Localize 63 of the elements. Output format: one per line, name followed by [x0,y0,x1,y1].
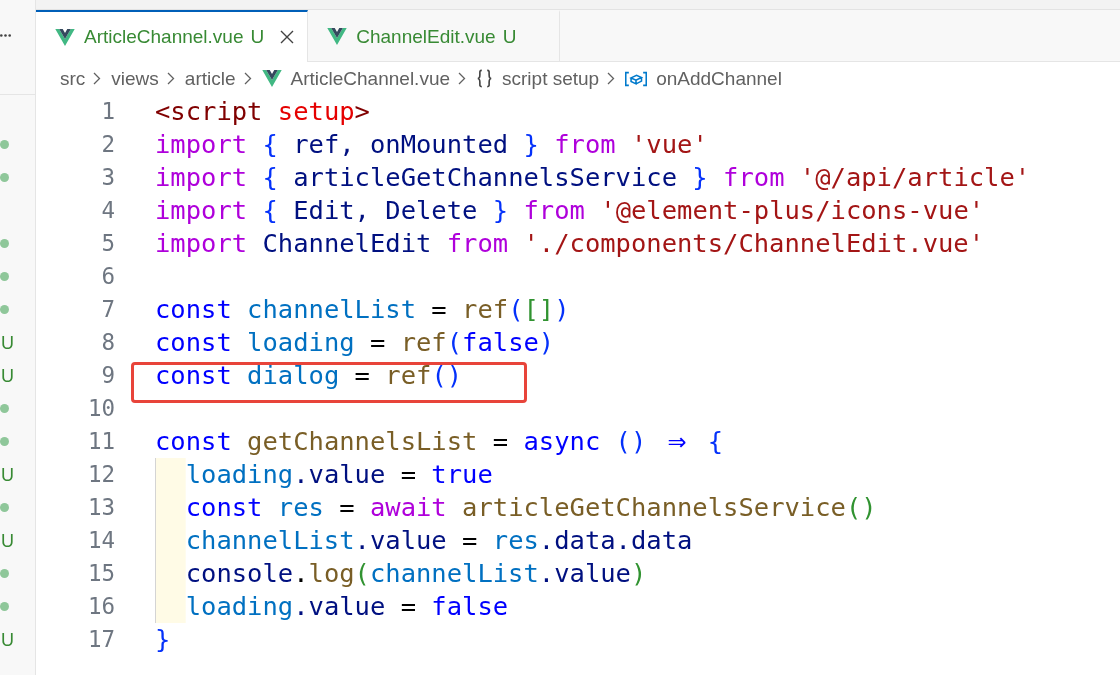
editor-tab[interactable]: ArticleChannel.vue U [36,10,309,62]
status-dot-icon [0,437,9,446]
line-number: 6 [100,262,115,291]
chevron-icon [166,72,175,85]
status-letter: U [0,365,14,386]
status-dot-icon [0,602,9,611]
line-number: 4 [100,196,115,225]
chevron-icon [607,72,616,85]
line-number: 5 [100,229,115,258]
code-line: import { Edit, Delete } from '@element-plus/icons-vue' [155,194,985,227]
status-letter: U [0,629,14,650]
status-dot-icon [0,404,9,413]
breadcrumb-item[interactable]: views [111,67,159,90]
chevron-icon [243,72,252,85]
line-number: 3 [100,163,115,192]
breadcrumb-item[interactable]: ArticleChannel.vue [261,67,450,90]
status-dot-icon [0,305,9,314]
code-line: const getChannelsList = async () ⇒ { [155,425,724,458]
status-letter: U [250,26,265,48]
status-letter: U [0,464,14,485]
status-dot-icon [0,173,9,182]
breadcrumb-item[interactable]: src [60,67,86,90]
code-line: <script setup> [155,95,370,128]
code-line: const channelList = ref([]) [155,293,570,326]
code-line: import { articleGetChannelsService } from '@/api/article' [155,161,1031,194]
line-number: 1 [100,97,115,126]
breadcrumb-item[interactable]: onAddChannel [625,67,782,90]
line-number: 16 [86,592,115,621]
line-number: 12 [86,460,115,489]
vue-logo-icon [327,28,348,45]
chevron-icon [458,72,466,85]
status-dot-icon [0,140,9,149]
vue-logo-icon [261,70,282,87]
code-line: const dialog = ref() [155,359,463,392]
breadcrumb-item[interactable]: article [184,67,236,90]
status-letter: U [0,332,14,353]
braces-icon [476,69,493,88]
code-line: const loading = ref(false) [155,326,555,359]
breadcrumb-item[interactable]: script setup [476,67,600,90]
code-line: import { ref, onMounted } from 'vue' [155,128,708,161]
chevron-icon [93,72,102,85]
code-line: import ChannelEdit from './components/ChannelEdit.vue' [155,227,985,260]
status-dot-icon [0,569,9,578]
more-icon[interactable] [0,34,11,37]
vue-logo-icon [55,28,75,46]
line-number: 14 [86,526,115,555]
status-dot-icon [0,503,9,512]
line-number: 10 [86,394,115,423]
status-letter: U [0,530,14,551]
status-dot-icon [0,272,9,281]
line-number: 17 [86,625,115,654]
status-letter: U [502,25,517,48]
line-number: 11 [86,427,115,456]
close-icon[interactable] [280,30,295,44]
status-dot-icon [0,239,9,248]
line-number: 15 [86,559,115,588]
line-number: 7 [100,295,115,324]
line-number: 13 [86,493,115,522]
variable-icon [625,70,648,87]
code-line: } [155,623,171,656]
line-number: 2 [100,130,115,159]
line-number: 8 [100,328,115,357]
line-number: 9 [100,361,115,390]
